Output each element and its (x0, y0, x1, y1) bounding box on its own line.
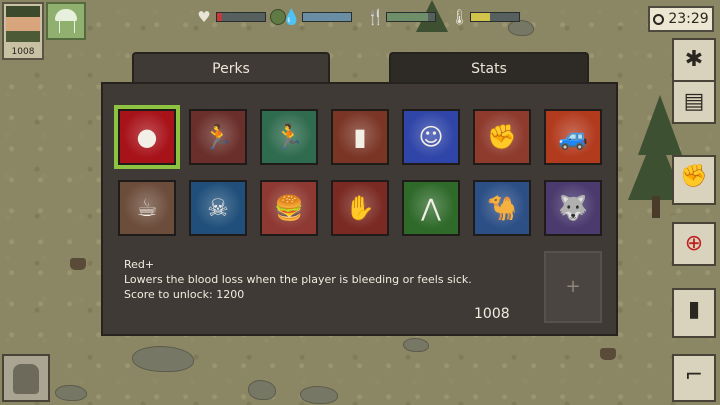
airdrop-button[interactable] (46, 2, 86, 40)
perk-running-figures[interactable]: 🏃 (189, 109, 247, 165)
rock (300, 386, 338, 404)
crosshair-icon: ⊕ (684, 231, 704, 256)
clock-icon (653, 13, 665, 25)
food-bar (386, 12, 436, 22)
fork-knife-icon: 🍴 (366, 8, 385, 26)
perk-burger[interactable]: 🍔 (260, 180, 318, 236)
coffee-cup-icon: ☕ (136, 194, 158, 222)
perk-figure-blue-aura[interactable]: ☺ (402, 109, 460, 165)
health-status: ♥ (196, 8, 286, 26)
fist-icon: ✊ (680, 164, 708, 189)
melee-button[interactable]: ✊ (672, 155, 716, 205)
perk-unlock-score: Score to unlock: 1200 (124, 288, 245, 301)
rock (132, 346, 194, 372)
rock (55, 385, 87, 401)
perk-grass-spikes[interactable]: ⋀ (402, 180, 460, 236)
thermometer-icon: 🌡 (450, 8, 470, 26)
wolf-icon: 🐺 (558, 194, 588, 222)
burger-icon: 🍔 (274, 194, 304, 222)
gear-icon: ✱ (684, 47, 704, 72)
player-score: 1008 (11, 47, 35, 57)
food-status: 🍴 (366, 8, 436, 26)
rock (248, 380, 276, 400)
perk-fist-fighter[interactable]: ✊ (473, 109, 531, 165)
fist-fighter-icon: ✊ (487, 123, 517, 151)
zombie-hand-icon: ✋ (345, 194, 375, 222)
skull-icon: ☠ (207, 194, 229, 222)
clock-time: 23:29 (668, 11, 709, 27)
perk-gravestone[interactable]: ▮ (331, 109, 389, 165)
health-bar (216, 12, 266, 22)
game-clock: 23:29 (648, 6, 714, 32)
blood-drop-icon: 💧 (282, 8, 301, 26)
magazine-icon: ▮ (687, 297, 701, 322)
backpack-icon (13, 364, 39, 394)
plus-icon: + (565, 276, 581, 297)
heart-icon: ♥ (197, 8, 211, 26)
tab-stats[interactable]: Stats (389, 52, 589, 84)
running-figures-icon: 🏃 (203, 123, 233, 151)
stump (600, 348, 616, 360)
weapon-button[interactable]: ⌐ (672, 354, 716, 402)
perk-description: Red+ Lowers the blood loss when the play… (124, 257, 524, 302)
perk-effect: Lowers the blood loss when the player is… (124, 273, 472, 286)
player-avatar (6, 6, 40, 42)
perk-zombie-hand[interactable]: ✋ (331, 180, 389, 236)
jeep-icon: 🚙 (558, 123, 588, 151)
perk-name: Red+ (124, 258, 155, 271)
tab-perks[interactable]: Perks (132, 52, 330, 84)
water-status: 💧 (282, 8, 352, 26)
water-bar (302, 12, 352, 22)
perk-camel[interactable]: 🐪 (473, 180, 531, 236)
stump (70, 258, 86, 270)
current-score: 1008 (474, 306, 510, 322)
figure-blue-aura-icon: ☺ (418, 123, 444, 151)
perk-wolf[interactable]: 🐺 (544, 180, 602, 236)
inventory-button[interactable] (2, 354, 50, 402)
reload-button[interactable]: ▮ (672, 288, 716, 338)
aim-button[interactable]: ⊕ (672, 222, 716, 266)
tree-trunk (652, 196, 660, 218)
perk-sprinter[interactable]: 🏃 (260, 109, 318, 165)
notebook-icon: ▤ (683, 89, 705, 114)
perk-slot[interactable]: + (544, 251, 602, 323)
sprinter-icon: 🏃 (274, 123, 304, 151)
gravestone-icon: ▮ (353, 123, 367, 151)
rock (403, 338, 429, 352)
pistol-icon: ⌐ (684, 363, 704, 388)
perk-coffee-cup[interactable]: ☕ (118, 180, 176, 236)
temperature-status: 🌡 (450, 8, 520, 26)
temperature-bar (470, 12, 520, 22)
blood-cells-icon: ● (136, 123, 158, 151)
settings-button[interactable]: ✱ (672, 38, 716, 82)
perk-jeep[interactable]: 🚙 (544, 109, 602, 165)
camel-icon: 🐪 (487, 194, 517, 222)
parachute-icon (55, 9, 77, 21)
journal-button[interactable]: ▤ (672, 80, 716, 124)
perk-blood-cells[interactable]: ● (114, 105, 180, 169)
player-portrait[interactable]: 1008 (2, 2, 44, 60)
grass-spikes-icon: ⋀ (421, 194, 441, 222)
perk-skull[interactable]: ☠ (189, 180, 247, 236)
